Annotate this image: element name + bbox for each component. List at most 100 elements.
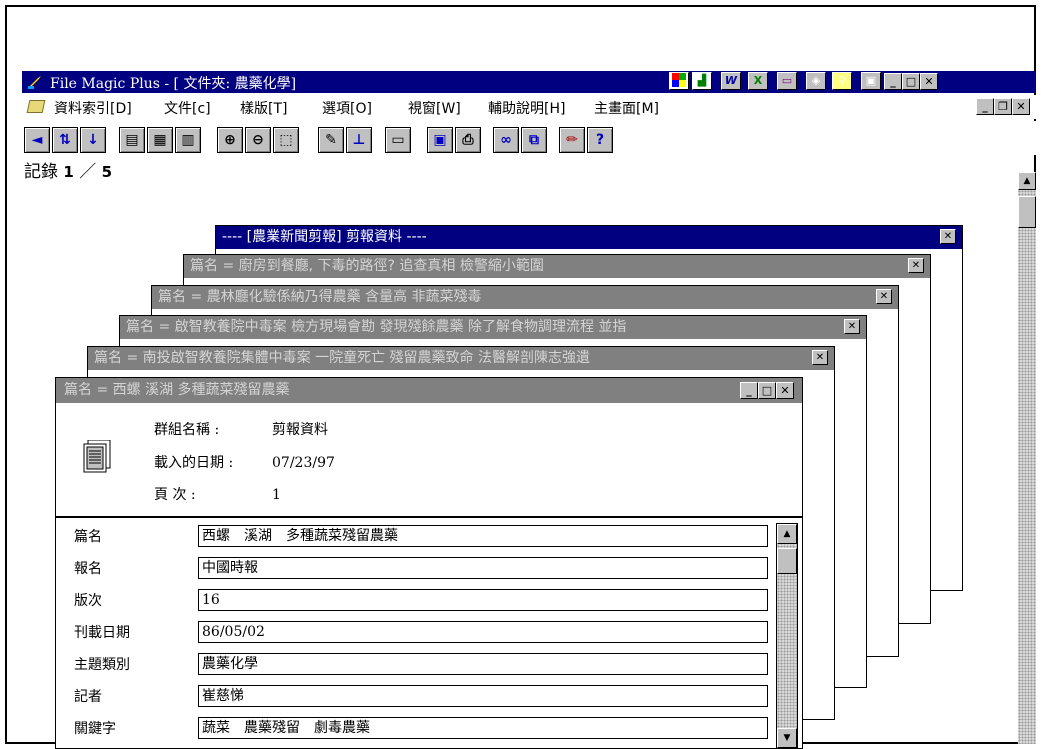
window-title: 篇名 = 西螺 溪湖 多種蔬菜殘留農藥 [64, 382, 290, 398]
main-scrollbar[interactable]: ▲ [1018, 172, 1036, 744]
menu-help[interactable]: 輔助說明[H] [488, 98, 565, 118]
info-page-row: 頁 次 : 1 [154, 484, 281, 504]
minimize-icon[interactable]: _ [740, 382, 758, 399]
window-title-bar: 篇名 = 廚房到餐廳, 下毒的路徑? 追查真相 檢警縮小範圍 [184, 255, 930, 278]
close-icon[interactable]: ✕ [940, 229, 956, 244]
field-row-date: 刊載日期 86/05/02 [56, 619, 772, 645]
record-current: 1 [63, 163, 74, 181]
window-title-bar: 篇名 = 啟智教養院中毒案 檢方現場會勘 發現殘餘農藥 除了解食物調理流程 並指 [120, 316, 866, 339]
field-label: 關鍵字 [74, 721, 116, 737]
window-app-icon[interactable]: ▣ [861, 72, 881, 90]
doc-minimize-button[interactable]: _ [976, 98, 994, 115]
info-date-row: 載入的日期 : 07/23/97 [154, 452, 335, 472]
field-value-input[interactable]: 16 [198, 589, 768, 611]
doc-close-button[interactable]: ✕ [1012, 98, 1030, 115]
arrow-down-icon[interactable]: ↓ [80, 127, 106, 153]
menu-document[interactable]: 文件[c] [164, 98, 211, 118]
search-app-icon[interactable]: ⚲ [832, 72, 852, 90]
app-title-bar: File Magic Plus - [ 文件夾: 農藥化學] ▟ W X ▭ ◈… [22, 71, 1036, 93]
fields-scrollbar[interactable]: ▲ ▼ [776, 523, 798, 749]
help-icon[interactable]: ? [587, 127, 613, 153]
edit-icon[interactable]: ✎ [318, 127, 344, 153]
record-separator: ／ [79, 162, 97, 182]
field-value-input[interactable]: 中國時報 [198, 557, 768, 579]
zoom-out-icon[interactable]: ⊖ [245, 127, 271, 153]
pencil-icon[interactable]: ✏ [559, 127, 585, 153]
select-area-icon[interactable]: ⬚ [273, 127, 299, 153]
binoculars-icon[interactable]: ∞ [493, 127, 519, 153]
close-icon[interactable]: ✕ [844, 319, 860, 334]
folder-icon [26, 100, 46, 113]
word-app-icon[interactable]: W [721, 72, 741, 90]
field-row-title: 篇名 西螺 溪湖 多種蔬菜殘留農藥 [56, 523, 772, 549]
arrow-left-icon[interactable]: ◄ [24, 127, 50, 153]
field-row-keywords: 關鍵字 蔬菜 農藥殘留 劇毒農藥 [56, 715, 772, 741]
close-icon[interactable]: ✕ [776, 382, 794, 399]
field-row-category: 主題類別 農藥化學 [56, 651, 772, 677]
menu-main-screen[interactable]: 主畫面[M] [594, 98, 659, 118]
satellite-app-icon[interactable]: ◈ [806, 72, 826, 90]
pin-icon[interactable]: ⊥ [346, 127, 372, 153]
field-value-input[interactable]: 86/05/02 [198, 621, 768, 643]
window-title: 篇名 = 農林廳化驗係納乃得農藥 含量高 非蔬菜殘毒 [158, 289, 482, 305]
field-value-input[interactable]: 蔬菜 農藥殘留 劇毒農藥 [198, 717, 768, 739]
field-label: 篇名 [74, 529, 102, 545]
document-icon [83, 440, 111, 473]
color-palette-icon[interactable] [669, 72, 689, 90]
record-label: 記錄 [24, 162, 58, 182]
menu-data-index[interactable]: 資料索引[D] [54, 98, 132, 118]
app-minimize-button[interactable]: _ [884, 73, 902, 90]
zoom-in-icon[interactable]: ⊕ [217, 127, 243, 153]
info-date-label: 載入的日期 : [154, 455, 234, 471]
close-icon[interactable]: ✕ [876, 289, 892, 304]
info-group-value: 剪報資料 [272, 422, 328, 438]
field-value-input[interactable]: 農藥化學 [198, 653, 768, 675]
field-row-edition: 版次 16 [56, 587, 772, 613]
app-close-button[interactable]: ✕ [920, 73, 938, 90]
menu-options[interactable]: 選項[O] [322, 98, 372, 118]
field-label: 刊載日期 [74, 625, 130, 641]
form-view-icon[interactable]: ▦ [147, 127, 173, 153]
document-info-panel: 群組名稱 : 剪報資料 載入的日期 : 07/23/97 頁 次 : 1 [56, 404, 802, 518]
save-icon[interactable]: ▣ [427, 127, 453, 153]
maximize-icon[interactable]: □ [758, 382, 776, 399]
window-title-bar: 篇名 = 農林廳化驗係納乃得農藥 含量高 非蔬菜殘毒 [152, 286, 898, 309]
scroll-down-arrow-icon[interactable]: ▼ [777, 728, 797, 748]
page-view-icon[interactable]: ▤ [119, 127, 145, 153]
app-title: File Magic Plus - [ 文件夾: 農藥化學] [50, 76, 297, 92]
scroll-up-arrow-icon[interactable]: ▲ [777, 524, 797, 544]
window-title: 篇名 = 南投啟智教養院集體中毒案 一院童死亡 殘留農藥致命 法醫解剖陳志強遺 [94, 350, 590, 366]
record-total: 5 [101, 163, 113, 181]
window-title-bar: 篇名 = 南投啟智教養院集體中毒案 一院童死亡 殘留農藥致命 法醫解剖陳志強遺 [88, 347, 834, 370]
menu-template[interactable]: 樣版[T] [240, 98, 287, 118]
close-icon[interactable]: ✕ [812, 350, 828, 365]
field-row-reporter: 記者 崔慈悌 [56, 683, 772, 709]
window-title-bar: 篇名 = 西螺 溪湖 多種蔬菜殘留農藥 [56, 378, 802, 403]
print-icon[interactable]: ⎙ [455, 127, 481, 153]
monitor-icon[interactable]: ▭ [385, 127, 411, 153]
field-label: 報名 [74, 561, 102, 577]
sort-icon[interactable]: ⇅ [52, 127, 78, 153]
close-icon[interactable]: ✕ [908, 258, 924, 273]
scroll-up-arrow-icon[interactable]: ▲ [1018, 172, 1036, 190]
info-group-label: 群組名稱 : [154, 422, 220, 438]
menu-window[interactable]: 視窗[W] [408, 98, 461, 118]
scroll-thumb[interactable] [1018, 196, 1036, 228]
info-page-label: 頁 次 : [154, 487, 196, 503]
window-title: 篇名 = 啟智教養院中毒案 檢方現場會勘 發現殘餘農藥 除了解食物調理流程 並指 [126, 319, 627, 335]
window-title: 篇名 = 廚房到餐廳, 下毒的路徑? 追查真相 檢警縮小範圍 [190, 258, 544, 274]
window-article-front[interactable]: 篇名 = 西螺 溪湖 多種蔬菜殘留農藥 _ □ ✕ 群組名稱 : 剪報資料 載入的… [55, 377, 803, 749]
field-label: 版次 [74, 593, 102, 609]
app-maximize-button[interactable]: □ [902, 73, 920, 90]
chart-app-icon[interactable]: ▟ [692, 72, 712, 90]
field-value-input[interactable]: 西螺 溪湖 多種蔬菜殘留農藥 [198, 525, 768, 547]
excel-app-icon[interactable]: X [748, 72, 768, 90]
toolbar: ◄ ⇅ ↓ ▤ ▦ ▥ ⊕ ⊖ ⬚ ✎ ⊥ ▭ ▣ ⎙ ∞ ⧉ ✏ ? [22, 121, 1036, 155]
list-view-icon[interactable]: ▥ [175, 127, 201, 153]
window-title-bar: ---- [農業新聞剪報] 剪報資料 ---- [216, 226, 962, 249]
presentation-app-icon[interactable]: ▭ [777, 72, 797, 90]
scroll-thumb[interactable] [777, 548, 797, 574]
search-folder-icon[interactable]: ⧉ [521, 127, 547, 153]
doc-restore-button[interactable]: ❐ [994, 98, 1012, 115]
field-value-input[interactable]: 崔慈悌 [198, 685, 768, 707]
